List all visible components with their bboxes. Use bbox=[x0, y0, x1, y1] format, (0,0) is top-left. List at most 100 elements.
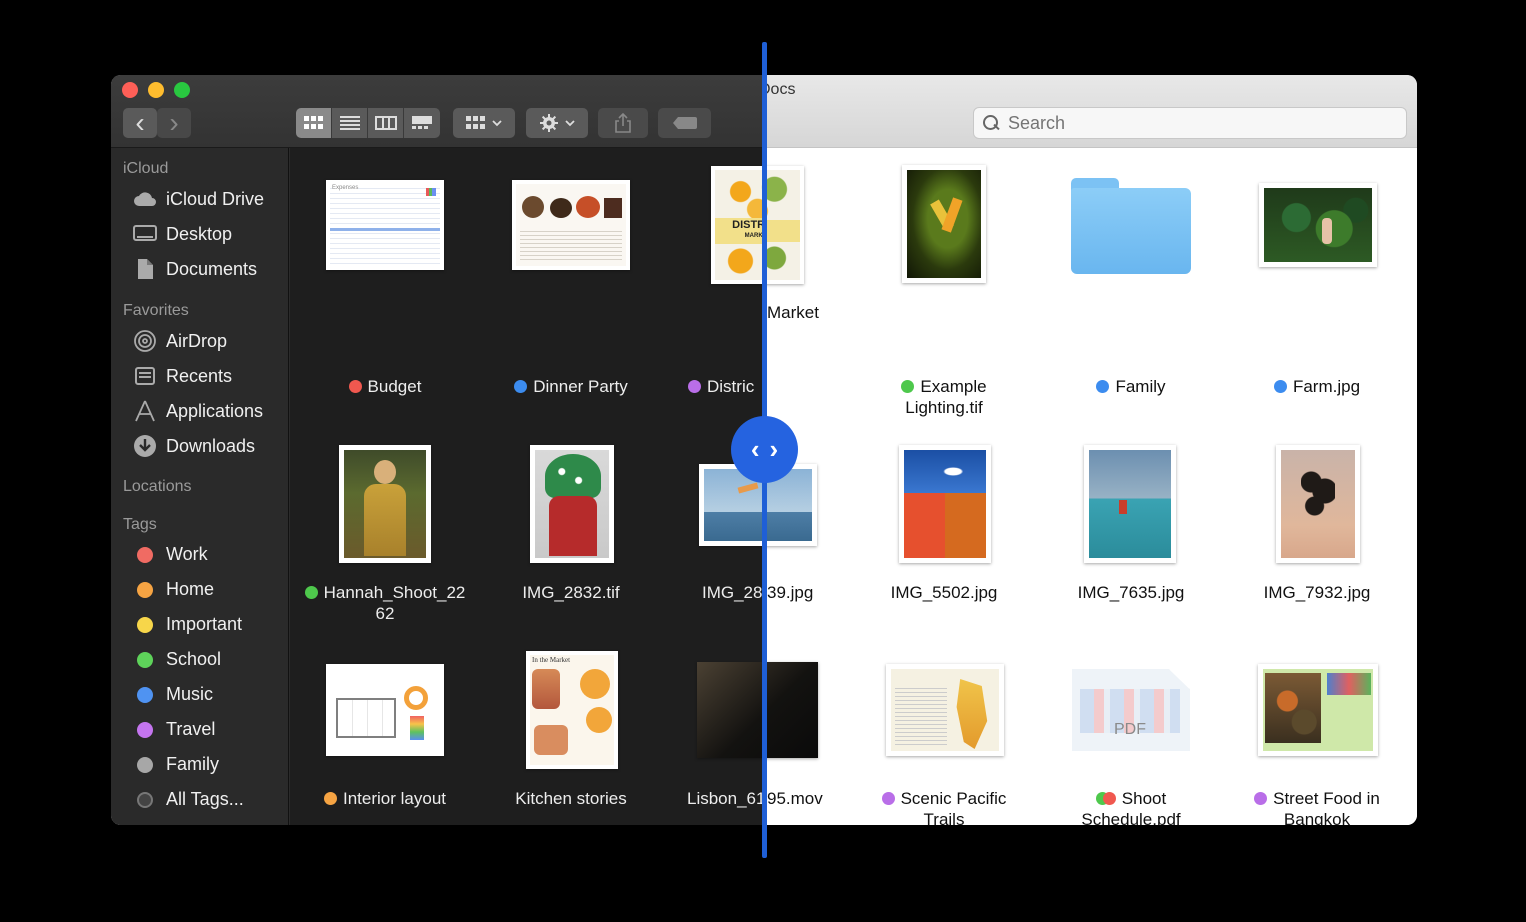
share-button[interactable] bbox=[598, 108, 648, 138]
list-icon bbox=[339, 116, 360, 130]
column-view-button[interactable] bbox=[368, 108, 404, 138]
file-label-budget[interactable]: Budget bbox=[295, 376, 475, 397]
district-subtitle: MARKET bbox=[744, 233, 764, 239]
scenic-pacific-trails-thumbnail[interactable] bbox=[886, 664, 1004, 756]
minimize-button[interactable] bbox=[148, 82, 164, 98]
tag-icon bbox=[672, 117, 697, 129]
cloud-icon bbox=[133, 188, 157, 210]
icon-view-button[interactable] bbox=[296, 108, 332, 138]
tag-dot bbox=[137, 651, 153, 668]
img-7932-thumbnail[interactable] bbox=[1276, 445, 1360, 563]
chevron-left-icon: ‹ bbox=[135, 107, 145, 138]
budget-header: Expenses bbox=[332, 185, 359, 191]
recents-icon bbox=[133, 365, 157, 387]
district-market-thumbnail-dark[interactable]: DISTRICT MARKET bbox=[711, 166, 764, 284]
file-label-img-2839[interactable]: 39.jpg bbox=[767, 582, 847, 603]
tag-dot bbox=[304, 586, 318, 599]
chevron-down-icon bbox=[565, 120, 575, 127]
sidebar-item-applications[interactable]: Applications bbox=[133, 400, 263, 422]
tags-button[interactable] bbox=[658, 108, 711, 138]
close-button[interactable] bbox=[122, 82, 138, 98]
img-7635-thumbnail[interactable] bbox=[1084, 445, 1176, 563]
gear-icon bbox=[540, 114, 558, 132]
kitchen-header: In the Market bbox=[532, 656, 571, 664]
file-label-lisbon[interactable]: Lisbon_61 bbox=[687, 788, 764, 809]
search-field[interactable] bbox=[973, 107, 1407, 139]
tag-dot bbox=[1273, 380, 1287, 393]
sidebar-tag-home[interactable]: Home bbox=[133, 579, 214, 600]
search-input[interactable] bbox=[1008, 112, 1388, 134]
shoot-schedule-pdf-icon[interactable]: PDF bbox=[1072, 669, 1190, 751]
sidebar-item-desktop[interactable]: Desktop bbox=[133, 223, 232, 245]
view-mode-segmented[interactable] bbox=[296, 108, 440, 138]
sidebar-tag-all-tags[interactable]: All Tags... bbox=[133, 789, 244, 810]
sidebar-item-downloads[interactable]: Downloads bbox=[133, 435, 255, 457]
grid-icon bbox=[303, 116, 323, 129]
kitchen-stories-thumbnail[interactable]: In the Market bbox=[526, 651, 618, 769]
file-label-district[interactable]: Distric bbox=[688, 376, 764, 397]
sidebar-item-label: School bbox=[166, 649, 222, 669]
file-label-shoot-schedule[interactable]: Shoot Schedule.pdf bbox=[1041, 788, 1221, 825]
sidebar-tag-school[interactable]: School bbox=[133, 649, 221, 670]
list-view-button[interactable] bbox=[332, 108, 368, 138]
sidebar-item-label: Documents bbox=[166, 258, 258, 279]
img-2832-thumbnail[interactable] bbox=[530, 445, 614, 563]
file-label-kitchen-stories[interactable]: Kitchen stories bbox=[481, 788, 661, 809]
zoom-button[interactable] bbox=[174, 82, 190, 98]
file-label-example-lighting[interactable]: Example Lighting.tif bbox=[854, 376, 1034, 418]
tag-dot bbox=[1254, 792, 1268, 805]
sidebar: iCloud iCloud Drive Desktop Documents Fa… bbox=[111, 148, 289, 825]
sidebar-item-documents[interactable]: Documents bbox=[133, 258, 257, 280]
file-label-img-2839[interactable]: IMG_28 bbox=[702, 582, 764, 603]
file-label-scenic-pacific[interactable]: Scenic Pacific Trails bbox=[854, 788, 1034, 825]
example-lighting-thumbnail[interactable] bbox=[902, 165, 986, 283]
file-label-farm[interactable]: Farm.jpg bbox=[1227, 376, 1407, 397]
dark-mode-half: ‹ › iCloud iCloud Drive Desktop Document… bbox=[111, 75, 764, 825]
file-label-family[interactable]: Family bbox=[1041, 376, 1221, 397]
tag-dot bbox=[324, 792, 337, 805]
sidebar-item-recents[interactable]: Recents bbox=[133, 365, 232, 387]
budget-thumbnail[interactable]: Expenses bbox=[326, 180, 444, 270]
sidebar-item-label: Recents bbox=[166, 365, 233, 386]
applications-icon bbox=[133, 400, 157, 422]
family-folder-icon[interactable] bbox=[1071, 178, 1191, 274]
farm-thumbnail[interactable] bbox=[1259, 183, 1377, 267]
file-label-lisbon[interactable]: 95.mov bbox=[767, 788, 847, 809]
file-label[interactable]: Market bbox=[767, 302, 847, 323]
sidebar-tag-music[interactable]: Music bbox=[133, 684, 213, 705]
sidebar-item-icloud-drive[interactable]: iCloud Drive bbox=[133, 188, 264, 210]
back-button[interactable]: ‹ bbox=[123, 108, 157, 138]
sidebar-tag-important[interactable]: Important bbox=[133, 614, 242, 635]
tag-dot bbox=[137, 616, 153, 633]
sidebar-item-label: Downloads bbox=[166, 435, 256, 456]
file-label-hannah-shoot[interactable]: Hannah_Shoot_22 62 bbox=[295, 582, 475, 624]
file-label-img-7932[interactable]: IMG_7932.jpg bbox=[1227, 582, 1407, 603]
sidebar-item-airdrop[interactable]: AirDrop bbox=[133, 330, 227, 352]
sidebar-item-label: Important bbox=[166, 614, 243, 634]
file-label-img-7635[interactable]: IMG_7635.jpg bbox=[1041, 582, 1221, 603]
group-by-button[interactable] bbox=[453, 108, 515, 138]
sidebar-tag-travel[interactable]: Travel bbox=[133, 719, 215, 740]
hannah-shoot-thumbnail[interactable] bbox=[339, 445, 431, 563]
file-label-img-2832[interactable]: IMG_2832.tif bbox=[481, 582, 661, 603]
file-label-img-5502[interactable]: IMG_5502.jpg bbox=[854, 582, 1034, 603]
sidebar-item-label: All Tags... bbox=[166, 789, 244, 809]
sidebar-item-label: AirDrop bbox=[166, 330, 228, 351]
file-label-interior-layout[interactable]: Interior layout bbox=[295, 788, 475, 809]
lisbon-thumbnail-dark[interactable] bbox=[697, 662, 764, 758]
dinner-party-thumbnail[interactable] bbox=[512, 180, 630, 270]
file-label-street-food[interactable]: Street Food in Bangkok bbox=[1227, 788, 1407, 825]
forward-button[interactable]: › bbox=[157, 108, 191, 138]
action-button[interactable] bbox=[526, 108, 588, 138]
img-5502-thumbnail[interactable] bbox=[899, 445, 991, 563]
street-food-thumbnail[interactable] bbox=[1258, 664, 1378, 756]
gallery-view-button[interactable] bbox=[404, 108, 440, 138]
divider-drag-handle[interactable]: ‹ › bbox=[731, 416, 798, 483]
tag-dot bbox=[901, 380, 915, 393]
interior-layout-thumbnail[interactable] bbox=[326, 664, 444, 756]
file-label-dinner-party[interactable]: Dinner Party bbox=[481, 376, 661, 397]
sidebar-tag-family[interactable]: Family bbox=[133, 754, 219, 775]
sidebar-tag-work[interactable]: Work bbox=[133, 544, 208, 565]
sidebar-item-label: Home bbox=[166, 579, 215, 599]
documents-icon bbox=[133, 258, 157, 280]
